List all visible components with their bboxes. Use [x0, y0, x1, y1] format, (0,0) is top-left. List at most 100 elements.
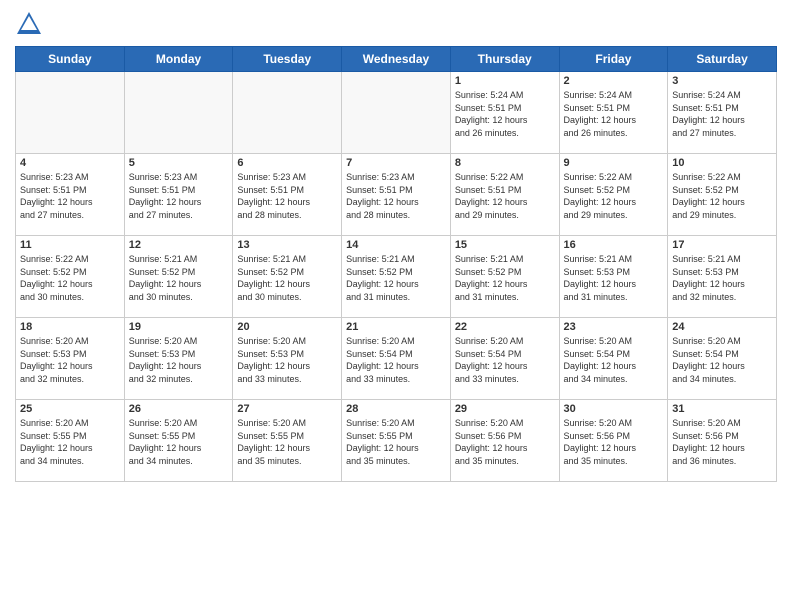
day-number: 17: [672, 239, 772, 251]
calendar-cell: 15 Sunrise: 5:21 AM Sunset: 5:52 PM Dayli…: [450, 236, 559, 318]
calendar-cell: 16 Sunrise: 5:21 AM Sunset: 5:53 PM Dayli…: [559, 236, 668, 318]
day-info: Sunrise: 5:20 AM Sunset: 5:55 PM Dayligh…: [237, 417, 337, 467]
day-number: 6: [237, 157, 337, 169]
calendar-cell: 9 Sunrise: 5:22 AM Sunset: 5:52 PM Daylig…: [559, 154, 668, 236]
calendar-cell: 31Sunrise: 5:20 AM Sunset: 5:56 PM Dayli…: [668, 400, 777, 482]
calendar-cell: 6Sunrise: 5:23 AM Sunset: 5:51 PM Daylig…: [233, 154, 342, 236]
day-info: Sunrise: 5:21 AM Sunset: 5:52 PM Dayligh…: [346, 253, 446, 303]
day-number: 11: [20, 239, 120, 251]
day-info: Sunrise: 5:22 AM Sunset: 5:51 PM Dayligh…: [455, 171, 555, 221]
calendar-cell: 3 Sunrise: 5:24 AM Sunset: 5:51 PM Daylig…: [668, 72, 777, 154]
day-info: Sunrise: 5:22 AM Sunset: 5:52 PM Dayligh…: [564, 171, 664, 221]
day-number: 29: [455, 403, 555, 415]
day-number: 15: [455, 239, 555, 251]
day-number: 2: [564, 75, 664, 87]
day-info: Sunrise: 5:24 AM Sunset: 5:51 PM Dayligh…: [564, 89, 664, 139]
day-number: 23: [564, 321, 664, 333]
calendar-body: 1Sunrise: 5:24 AM Sunset: 5:51 PM Daylig…: [16, 72, 777, 482]
day-info: Sunrise: 5:20 AM Sunset: 5:56 PM Dayligh…: [564, 417, 664, 467]
day-number: 31: [672, 403, 772, 415]
calendar-cell: 18Sunrise: 5:20 AM Sunset: 5:53 PM Dayli…: [16, 318, 125, 400]
calendar-cell: 22 Sunrise: 5:20 AM Sunset: 5:54 PM Dayli…: [450, 318, 559, 400]
day-info: Sunrise: 5:24 AM Sunset: 5:51 PM Dayligh…: [672, 89, 772, 139]
calendar-cell: 24Sunrise: 5:20 AM Sunset: 5:54 PM Dayli…: [668, 318, 777, 400]
day-number: 5: [129, 157, 229, 169]
calendar-cell: 23 Sunrise: 5:20 AM Sunset: 5:54 PM Dayli…: [559, 318, 668, 400]
day-number: 24: [672, 321, 772, 333]
day-number: 10: [672, 157, 772, 169]
day-info: Sunrise: 5:21 AM Sunset: 5:52 PM Dayligh…: [129, 253, 229, 303]
day-number: 21: [346, 321, 446, 333]
weekday-header-saturday: Saturday: [668, 47, 777, 72]
day-info: Sunrise: 5:20 AM Sunset: 5:53 PM Dayligh…: [237, 335, 337, 385]
day-number: 7: [346, 157, 446, 169]
day-info: Sunrise: 5:22 AM Sunset: 5:52 PM Dayligh…: [20, 253, 120, 303]
day-number: 25: [20, 403, 120, 415]
weekday-header-wednesday: Wednesday: [342, 47, 451, 72]
calendar-cell: 1Sunrise: 5:24 AM Sunset: 5:51 PM Daylig…: [450, 72, 559, 154]
day-number: 4: [20, 157, 120, 169]
calendar-table: SundayMondayTuesdayWednesdayThursdayFrid…: [15, 46, 777, 482]
page: SundayMondayTuesdayWednesdayThursdayFrid…: [0, 0, 792, 612]
day-info: Sunrise: 5:20 AM Sunset: 5:54 PM Dayligh…: [564, 335, 664, 385]
day-info: Sunrise: 5:20 AM Sunset: 5:55 PM Dayligh…: [129, 417, 229, 467]
calendar-cell: 29 Sunrise: 5:20 AM Sunset: 5:56 PM Dayli…: [450, 400, 559, 482]
calendar-cell: [16, 72, 125, 154]
day-info: Sunrise: 5:21 AM Sunset: 5:52 PM Dayligh…: [455, 253, 555, 303]
weekday-header-tuesday: Tuesday: [233, 47, 342, 72]
day-number: 30: [564, 403, 664, 415]
day-info: Sunrise: 5:23 AM Sunset: 5:51 PM Dayligh…: [346, 171, 446, 221]
calendar-cell: [124, 72, 233, 154]
calendar-cell: 28 Sunrise: 5:20 AM Sunset: 5:55 PM Dayli…: [342, 400, 451, 482]
day-number: 13: [237, 239, 337, 251]
day-number: 3: [672, 75, 772, 87]
calendar-week-3: 11 Sunrise: 5:22 AM Sunset: 5:52 PM Dayli…: [16, 236, 777, 318]
day-info: Sunrise: 5:20 AM Sunset: 5:54 PM Dayligh…: [455, 335, 555, 385]
calendar-cell: 21 Sunrise: 5:20 AM Sunset: 5:54 PM Dayli…: [342, 318, 451, 400]
day-number: 20: [237, 321, 337, 333]
day-info: Sunrise: 5:23 AM Sunset: 5:51 PM Dayligh…: [129, 171, 229, 221]
weekday-row: SundayMondayTuesdayWednesdayThursdayFrid…: [16, 47, 777, 72]
day-info: Sunrise: 5:20 AM Sunset: 5:54 PM Dayligh…: [346, 335, 446, 385]
calendar-cell: 7 Sunrise: 5:23 AM Sunset: 5:51 PM Daylig…: [342, 154, 451, 236]
day-info: Sunrise: 5:20 AM Sunset: 5:56 PM Dayligh…: [455, 417, 555, 467]
calendar-week-5: 25 Sunrise: 5:20 AM Sunset: 5:55 PM Dayli…: [16, 400, 777, 482]
calendar-cell: 19 Sunrise: 5:20 AM Sunset: 5:53 PM Dayli…: [124, 318, 233, 400]
weekday-header-monday: Monday: [124, 47, 233, 72]
calendar-cell: 27Sunrise: 5:20 AM Sunset: 5:55 PM Dayli…: [233, 400, 342, 482]
calendar-cell: 17 Sunrise: 5:21 AM Sunset: 5:53 PM Dayli…: [668, 236, 777, 318]
day-number: 9: [564, 157, 664, 169]
calendar-cell: 12 Sunrise: 5:21 AM Sunset: 5:52 PM Dayli…: [124, 236, 233, 318]
calendar-cell: 10 Sunrise: 5:22 AM Sunset: 5:52 PM Dayli…: [668, 154, 777, 236]
day-info: Sunrise: 5:20 AM Sunset: 5:53 PM Dayligh…: [129, 335, 229, 385]
day-number: 8: [455, 157, 555, 169]
calendar-cell: 30 Sunrise: 5:20 AM Sunset: 5:56 PM Dayli…: [559, 400, 668, 482]
day-info: Sunrise: 5:24 AM Sunset: 5:51 PM Dayligh…: [455, 89, 555, 139]
calendar-cell: 4 Sunrise: 5:23 AM Sunset: 5:51 PM Daylig…: [16, 154, 125, 236]
calendar-header: SundayMondayTuesdayWednesdayThursdayFrid…: [16, 47, 777, 72]
calendar-cell: 5 Sunrise: 5:23 AM Sunset: 5:51 PM Daylig…: [124, 154, 233, 236]
day-number: 28: [346, 403, 446, 415]
calendar-cell: 2 Sunrise: 5:24 AM Sunset: 5:51 PM Daylig…: [559, 72, 668, 154]
logo: [15, 10, 47, 38]
day-info: Sunrise: 5:21 AM Sunset: 5:52 PM Dayligh…: [237, 253, 337, 303]
day-number: 12: [129, 239, 229, 251]
calendar-cell: 11 Sunrise: 5:22 AM Sunset: 5:52 PM Dayli…: [16, 236, 125, 318]
day-info: Sunrise: 5:20 AM Sunset: 5:55 PM Dayligh…: [20, 417, 120, 467]
day-info: Sunrise: 5:23 AM Sunset: 5:51 PM Dayligh…: [20, 171, 120, 221]
day-number: 22: [455, 321, 555, 333]
day-info: Sunrise: 5:20 AM Sunset: 5:55 PM Dayligh…: [346, 417, 446, 467]
calendar-week-4: 18Sunrise: 5:20 AM Sunset: 5:53 PM Dayli…: [16, 318, 777, 400]
day-info: Sunrise: 5:21 AM Sunset: 5:53 PM Dayligh…: [564, 253, 664, 303]
calendar-week-2: 4 Sunrise: 5:23 AM Sunset: 5:51 PM Daylig…: [16, 154, 777, 236]
day-info: Sunrise: 5:21 AM Sunset: 5:53 PM Dayligh…: [672, 253, 772, 303]
day-info: Sunrise: 5:22 AM Sunset: 5:52 PM Dayligh…: [672, 171, 772, 221]
day-number: 26: [129, 403, 229, 415]
header: [15, 10, 777, 38]
day-number: 16: [564, 239, 664, 251]
weekday-header-thursday: Thursday: [450, 47, 559, 72]
calendar-cell: [342, 72, 451, 154]
calendar-week-1: 1Sunrise: 5:24 AM Sunset: 5:51 PM Daylig…: [16, 72, 777, 154]
weekday-header-sunday: Sunday: [16, 47, 125, 72]
day-number: 19: [129, 321, 229, 333]
